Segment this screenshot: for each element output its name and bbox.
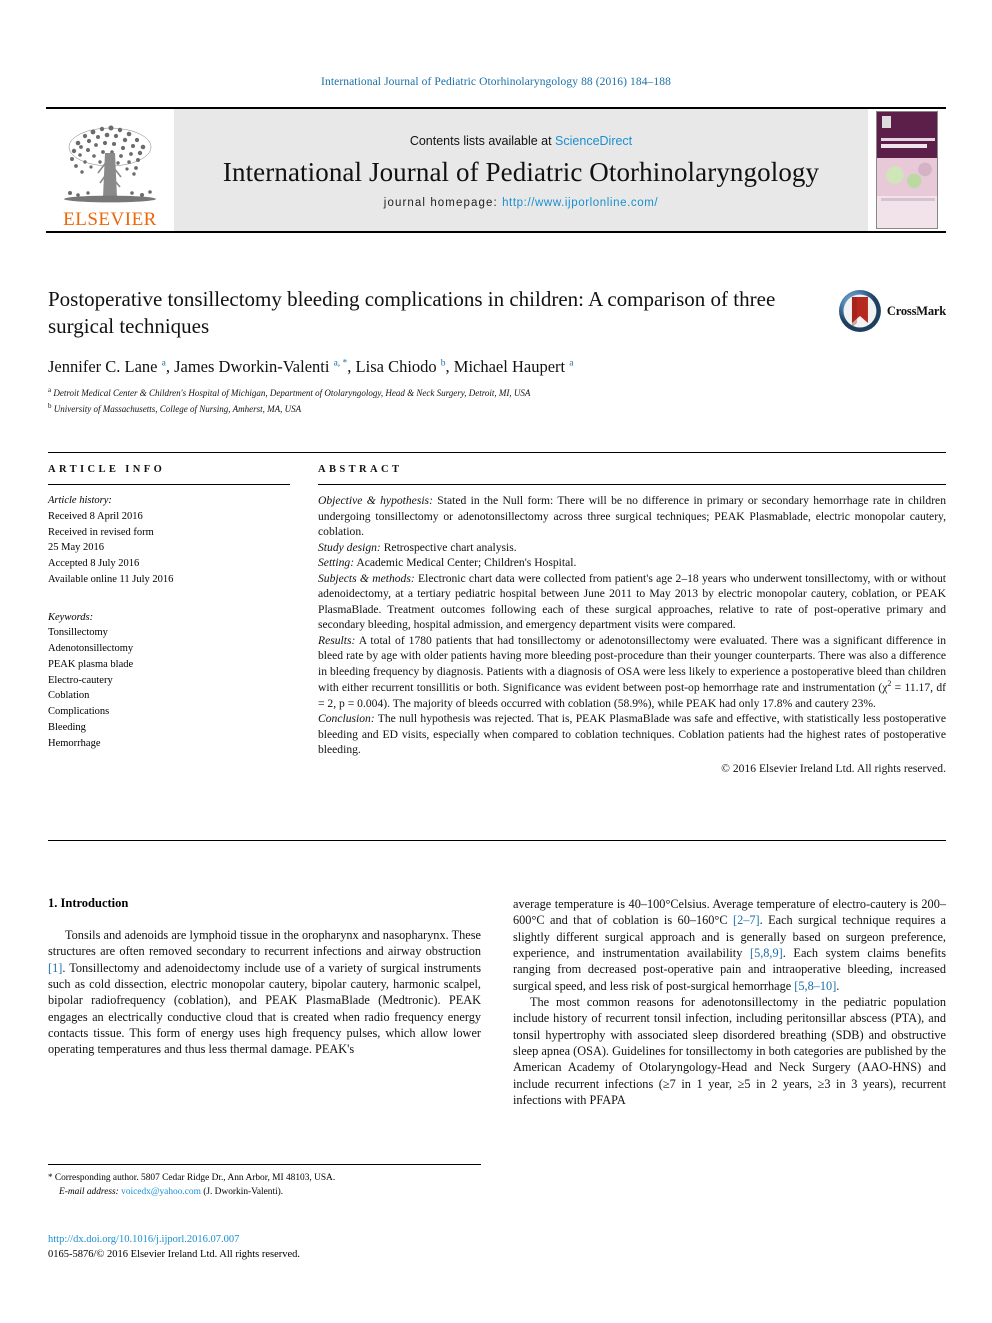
section-title-introduction: 1. Introduction — [48, 896, 129, 910]
homepage-prefix: journal homepage: — [383, 196, 503, 209]
keyword-item: Complications — [48, 706, 110, 717]
abstract-setting-label: Setting: — [318, 556, 355, 570]
corresponding-author-footnote: * Corresponding author. 5807 Cedar Ridge… — [48, 1164, 481, 1199]
abstract-design-text: Retrospective chart analysis. — [380, 540, 517, 554]
intro-paragraph-1-cont: average temperature is 40–100°Celsius. A… — [513, 896, 946, 994]
intro-paragraph-2: The most common reasons for adenotonsill… — [513, 995, 946, 1108]
citation-ref-5-8-9[interactable]: [5,8,9] — [750, 946, 783, 960]
sciencedirect-link[interactable]: ScienceDirect — [555, 134, 632, 148]
abstract-design-label: Study design: — [318, 540, 381, 554]
intro-left-text: Tonsils and adenoids are lymphoid tissue… — [48, 927, 481, 1058]
keyword-item: PEAK plasma blade — [48, 658, 134, 670]
email-label: E-mail address: — [59, 1186, 119, 1197]
body-column-left: 1. Introduction Tonsils and adenoids are… — [48, 896, 481, 1108]
article-history-label: Article history: — [48, 495, 112, 506]
abstract-results: Results: A total of 1780 patients that h… — [318, 633, 946, 712]
abstract-results-text-1: A total of 1780 patients that had tonsil… — [318, 633, 946, 695]
affil-marker-a-star: a, * — [333, 358, 348, 369]
keywords-block: Keywords: Tonsillectomy Adenotonsillecto… — [48, 610, 290, 752]
history-item: Received 8 April 2016 — [48, 510, 143, 522]
email-line: E-mail address: voicedx@yahoo.com (J. Dw… — [48, 1186, 481, 1200]
abstract-design: Study design: Retrospective chart analys… — [318, 540, 946, 556]
crossmark-badge[interactable]: CrossMark — [838, 288, 946, 334]
keywords-label: Keywords: — [48, 611, 94, 623]
abstract-heading: ABSTRACT — [318, 464, 403, 475]
cover-image — [876, 111, 938, 229]
body-region: 1. Introduction Tonsils and adenoids are… — [48, 840, 946, 1108]
crossmark-icon — [838, 290, 881, 332]
abstract-copyright: © 2016 Elsevier Ireland Ltd. All rights … — [721, 761, 946, 775]
keyword-item: Coblation — [48, 690, 90, 702]
citation-ref-1[interactable]: [1] — [48, 961, 62, 975]
corresponding-author-text: Corresponding author. 5807 Cedar Ridge D… — [52, 1173, 336, 1183]
intro-left-a: Tonsils and adenoids are lymphoid tissue… — [48, 928, 481, 959]
history-item: Received in revised form — [48, 526, 154, 538]
affiliations: a Detroit Medical Center & Children's Ho… — [48, 385, 818, 416]
abstract-objective: Objective & hypothesis: Stated in the Nu… — [318, 493, 946, 540]
keyword-item: Tonsillectomy — [48, 627, 108, 639]
journal-title: International Journal of Pediatric Otorh… — [222, 156, 820, 187]
intro-right-d: . — [836, 978, 840, 993]
abstract-column: ABSTRACT Objective & hypothesis: Stated … — [318, 464, 946, 776]
abstract-subjects: Subjects & methods: Electronic chart dat… — [318, 571, 946, 633]
journal-homepage-line: journal homepage: http://www.ijporlonlin… — [384, 197, 658, 209]
crossmark-label: CrossMark — [886, 303, 946, 318]
affil-marker-a2: a — [569, 358, 574, 369]
journal-cover-thumbnail — [868, 109, 946, 231]
issn-copyright-line: 0165-5876/© 2016 Elsevier Ireland Ltd. A… — [48, 1249, 301, 1261]
intro-paragraph-1: Tonsils and adenoids are lymphoid tissue… — [48, 927, 481, 1058]
affiliation-a-line: a Detroit Medical Center & Children's Ho… — [48, 386, 531, 399]
abstract-conclusion-label: Conclusion: — [318, 712, 375, 726]
paper-page: International Journal of Pediatric Otorh… — [0, 0, 992, 1323]
doi-block: http://dx.doi.org/10.1016/j.ijporl.2016.… — [48, 1232, 548, 1262]
journal-band: Contents lists available at ScienceDirec… — [174, 109, 868, 231]
abstract-conclusion: Conclusion: The null hypothesis was reje… — [318, 711, 946, 758]
history-item: 25 May 2016 — [48, 542, 104, 554]
history-item: Available online 11 July 2016 — [48, 573, 174, 585]
keyword-item: Bleeding — [48, 721, 86, 733]
article-info-column: ARTICLE INFO Article history: Received 8… — [48, 464, 290, 776]
affiliation-a-text: Detroit Medical Center & Children's Hosp… — [53, 388, 531, 399]
author-list: Jennifer C. Lane a, James Dworkin-Valent… — [48, 356, 574, 376]
abstract-objective-label: Objective & hypothesis: — [318, 494, 433, 507]
running-head: International Journal of Pediatric Otorh… — [321, 76, 671, 88]
info-abstract-region: ARTICLE INFO Article history: Received 8… — [48, 452, 946, 776]
email-link[interactable]: voicedx@yahoo.com — [121, 1187, 201, 1197]
elsevier-wordmark: ELSEVIER — [63, 209, 157, 230]
journal-homepage-link[interactable]: http://www.ijporlonline.com/ — [502, 197, 658, 209]
abstract-setting-text: Academic Medical Center; Children's Hosp… — [354, 556, 577, 570]
keyword-item: Electro-cautery — [48, 674, 113, 686]
title-block: Postoperative tonsillectomy bleeding com… — [48, 286, 818, 416]
abstract-subjects-label: Subjects & methods: — [318, 571, 415, 585]
journal-masthead: ELSEVIER Contents lists available at Sci… — [46, 107, 946, 233]
email-suffix: (J. Dworkin-Valenti). — [200, 1186, 284, 1197]
keyword-item: Hemorrhage — [48, 737, 101, 749]
affil-marker-a: a — [161, 358, 166, 369]
keyword-item: Adenotonsillectomy — [48, 643, 134, 654]
affiliation-b-text: University of Massachusetts, College of … — [53, 403, 302, 414]
abstract-body: Objective & hypothesis: Stated in the Nu… — [318, 493, 946, 776]
contents-available-line: Contents lists available at ScienceDirec… — [410, 134, 632, 148]
history-item: Accepted 8 July 2016 — [48, 558, 140, 569]
keywords-list: Tonsillectomy Adenotonsillectomy PEAK pl… — [48, 625, 290, 751]
abstract-setting: Setting: Academic Medical Center; Childr… — [318, 555, 946, 571]
elsevier-logo: ELSEVIER — [46, 109, 174, 231]
citation-ref-2-7[interactable]: [2–7] — [733, 913, 760, 927]
corresponding-author-line: * Corresponding author. 5807 Cedar Ridge… — [48, 1171, 481, 1186]
contents-prefix: Contents lists available at — [409, 133, 556, 148]
intro-left-b: . Tonsillectomy and adenoidectomy includ… — [48, 960, 481, 1057]
article-history-list: Received 8 April 2016 Received in revise… — [48, 509, 290, 588]
citation-ref-5-8-10[interactable]: [5,8–10] — [794, 979, 836, 993]
intro-right-text: average temperature is 40–100°Celsius. A… — [513, 896, 946, 1108]
affiliation-b-line: b University of Massachusetts, College o… — [48, 401, 302, 414]
abstract-results-label: Results: — [318, 633, 356, 647]
abstract-conclusion-text: The null hypothesis was rejected. That i… — [318, 712, 946, 757]
doi-link[interactable]: http://dx.doi.org/10.1016/j.ijporl.2016.… — [48, 1232, 548, 1247]
body-column-right: average temperature is 40–100°Celsius. A… — [513, 896, 946, 1108]
affil-marker-b: b — [440, 358, 446, 369]
elsevier-tree-icon — [64, 125, 156, 203]
page-title: Postoperative tonsillectomy bleeding com… — [48, 287, 776, 338]
article-info-heading: ARTICLE INFO — [48, 464, 166, 475]
